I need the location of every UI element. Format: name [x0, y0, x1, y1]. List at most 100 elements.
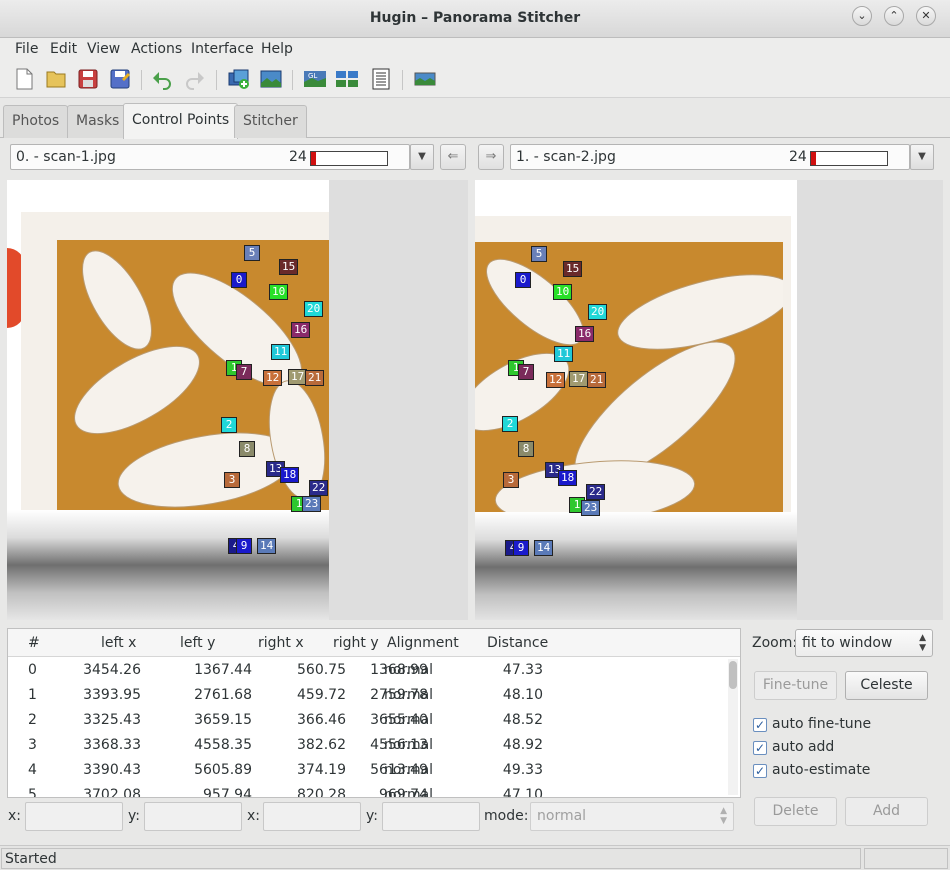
- menu-file[interactable]: File: [15, 41, 38, 57]
- control-point-marker[interactable]: 20: [588, 304, 608, 320]
- save-as-icon[interactable]: [108, 67, 132, 91]
- control-point-marker[interactable]: 0: [231, 272, 247, 288]
- control-point-marker[interactable]: 17: [569, 371, 589, 387]
- add-button[interactable]: Add: [845, 797, 928, 826]
- table-cell: 3: [28, 737, 37, 753]
- control-point-marker[interactable]: 16: [575, 326, 595, 342]
- control-point-marker[interactable]: 8: [239, 441, 255, 457]
- celeste-button[interactable]: Celeste: [845, 671, 928, 700]
- control-point-marker[interactable]: 3: [503, 472, 519, 488]
- control-point-marker[interactable]: 22: [309, 480, 329, 496]
- control-point-marker[interactable]: 0: [515, 272, 531, 288]
- zoom-select[interactable]: fit to window ▲ ▼: [795, 629, 933, 657]
- toolbar-separator: [292, 70, 293, 90]
- control-point-marker[interactable]: 11: [271, 344, 291, 360]
- control-point-marker[interactable]: 11: [554, 346, 574, 362]
- control-point-marker[interactable]: 15: [563, 261, 583, 277]
- left-y-input[interactable]: [144, 802, 242, 831]
- left-x-input[interactable]: [25, 802, 123, 831]
- left-image-panel[interactable]: 515010201611171217212813183221234914: [7, 180, 468, 620]
- maximize-button[interactable]: ⌃: [884, 6, 904, 26]
- scrollbar-thumb[interactable]: [729, 661, 737, 689]
- left-photo[interactable]: [7, 180, 329, 620]
- table-row[interactable]: 1 3393.95 2761.68 459.72 2759.78 normal 48.10: [8, 683, 726, 708]
- control-point-marker[interactable]: 14: [257, 538, 277, 554]
- control-point-marker[interactable]: 23: [581, 500, 601, 516]
- control-point-marker[interactable]: 7: [236, 364, 252, 380]
- menu-help[interactable]: Help: [261, 41, 293, 57]
- new-project-icon[interactable]: [12, 67, 36, 91]
- control-point-marker[interactable]: 5: [244, 245, 260, 261]
- right-image-selector[interactable]: 1. - scan-2.jpg 24: [510, 144, 910, 170]
- close-button[interactable]: ✕: [916, 6, 936, 26]
- right-point-count: 24: [789, 149, 807, 165]
- col-distance[interactable]: Distance: [487, 635, 548, 651]
- fine-tune-button[interactable]: Fine-tune: [754, 671, 837, 700]
- control-point-marker[interactable]: 3: [224, 472, 240, 488]
- open-project-icon[interactable]: [44, 67, 68, 91]
- right-y-input[interactable]: [382, 802, 480, 831]
- control-point-marker[interactable]: 23: [302, 496, 322, 512]
- control-point-marker[interactable]: 12: [546, 372, 566, 388]
- col-right-y[interactable]: right y: [333, 635, 379, 651]
- col-left-x[interactable]: left x: [101, 635, 136, 651]
- control-point-marker[interactable]: 20: [304, 301, 324, 317]
- col-alignment[interactable]: Alignment: [387, 635, 459, 651]
- right-image-panel[interactable]: 515010201611171217212813183221234914: [475, 180, 943, 620]
- table-scrollbar[interactable]: [728, 659, 738, 795]
- table-row[interactable]: 3 3368.33 4558.35 382.62 4556.13 normal 48.92: [8, 733, 726, 758]
- fast-preview-icon[interactable]: [335, 67, 359, 91]
- tab-stitcher[interactable]: Stitcher: [234, 105, 307, 138]
- table-row[interactable]: 2 3325.43 3659.15 366.46 3655.40 normal 48.52: [8, 708, 726, 733]
- control-point-marker[interactable]: 16: [291, 322, 311, 338]
- col-right-x[interactable]: right x: [258, 635, 304, 651]
- control-point-marker[interactable]: 21: [305, 370, 325, 386]
- control-point-marker[interactable]: 9: [236, 538, 252, 554]
- control-point-marker[interactable]: 15: [279, 259, 299, 275]
- table-row[interactable]: 5 3702.08 957.94 820.28 969.74 normal 47.10: [8, 783, 726, 798]
- stitch-icon[interactable]: [413, 67, 437, 91]
- control-point-marker[interactable]: 7: [518, 364, 534, 380]
- table-cell: 820.28: [297, 787, 346, 798]
- menu-view[interactable]: View: [87, 41, 120, 57]
- previous-image-button[interactable]: ⇐: [440, 144, 466, 170]
- right-dropdown-arrow[interactable]: ▼: [910, 144, 934, 170]
- table-row[interactable]: 0 3454.26 1367.44 560.75 1368.99 normal 47.33: [8, 658, 726, 683]
- menu-interface[interactable]: Interface: [191, 41, 254, 57]
- undo-icon[interactable]: [150, 67, 174, 91]
- control-point-marker[interactable]: 18: [558, 470, 578, 486]
- next-image-button[interactable]: ⇒: [478, 144, 504, 170]
- control-point-marker[interactable]: 12: [263, 370, 283, 386]
- control-point-marker[interactable]: 10: [269, 284, 289, 300]
- table-row[interactable]: 4 3390.43 5605.89 374.19 5613.49 normal 49.33: [8, 758, 726, 783]
- add-images-icon[interactable]: [227, 67, 251, 91]
- control-point-marker[interactable]: 2: [221, 417, 237, 433]
- control-point-marker[interactable]: 22: [586, 484, 606, 500]
- control-point-marker[interactable]: 8: [518, 441, 534, 457]
- control-point-marker[interactable]: 10: [553, 284, 573, 300]
- left-image-selector[interactable]: 0. - scan-1.jpg 24: [10, 144, 410, 170]
- tab-masks[interactable]: Masks: [67, 105, 129, 138]
- right-x-input[interactable]: [263, 802, 361, 831]
- control-point-marker[interactable]: 2: [502, 416, 518, 432]
- redo-icon[interactable]: [183, 67, 207, 91]
- delete-button[interactable]: Delete: [754, 797, 837, 826]
- opengl-preview-icon[interactable]: GL: [303, 67, 327, 91]
- minimize-button[interactable]: ⌄: [852, 6, 872, 26]
- control-point-marker[interactable]: 9: [513, 540, 529, 556]
- tab-photos[interactable]: Photos: [3, 105, 69, 138]
- tab-control-points[interactable]: Control Points: [123, 103, 239, 139]
- menu-actions[interactable]: Actions: [131, 41, 182, 57]
- col-left-y[interactable]: left y: [180, 635, 215, 651]
- menu-edit[interactable]: Edit: [50, 41, 77, 57]
- control-point-marker[interactable]: 21: [587, 372, 607, 388]
- control-point-marker[interactable]: 14: [534, 540, 554, 556]
- control-point-marker[interactable]: 5: [531, 246, 547, 262]
- col-index[interactable]: #: [28, 635, 40, 651]
- control-point-marker[interactable]: 18: [280, 467, 300, 483]
- assistant-icon[interactable]: [259, 67, 283, 91]
- left-dropdown-arrow[interactable]: ▼: [410, 144, 434, 170]
- save-icon[interactable]: [76, 67, 100, 91]
- layout-icon[interactable]: [369, 67, 393, 91]
- mode-select[interactable]: normal ▲ ▼: [530, 802, 734, 831]
